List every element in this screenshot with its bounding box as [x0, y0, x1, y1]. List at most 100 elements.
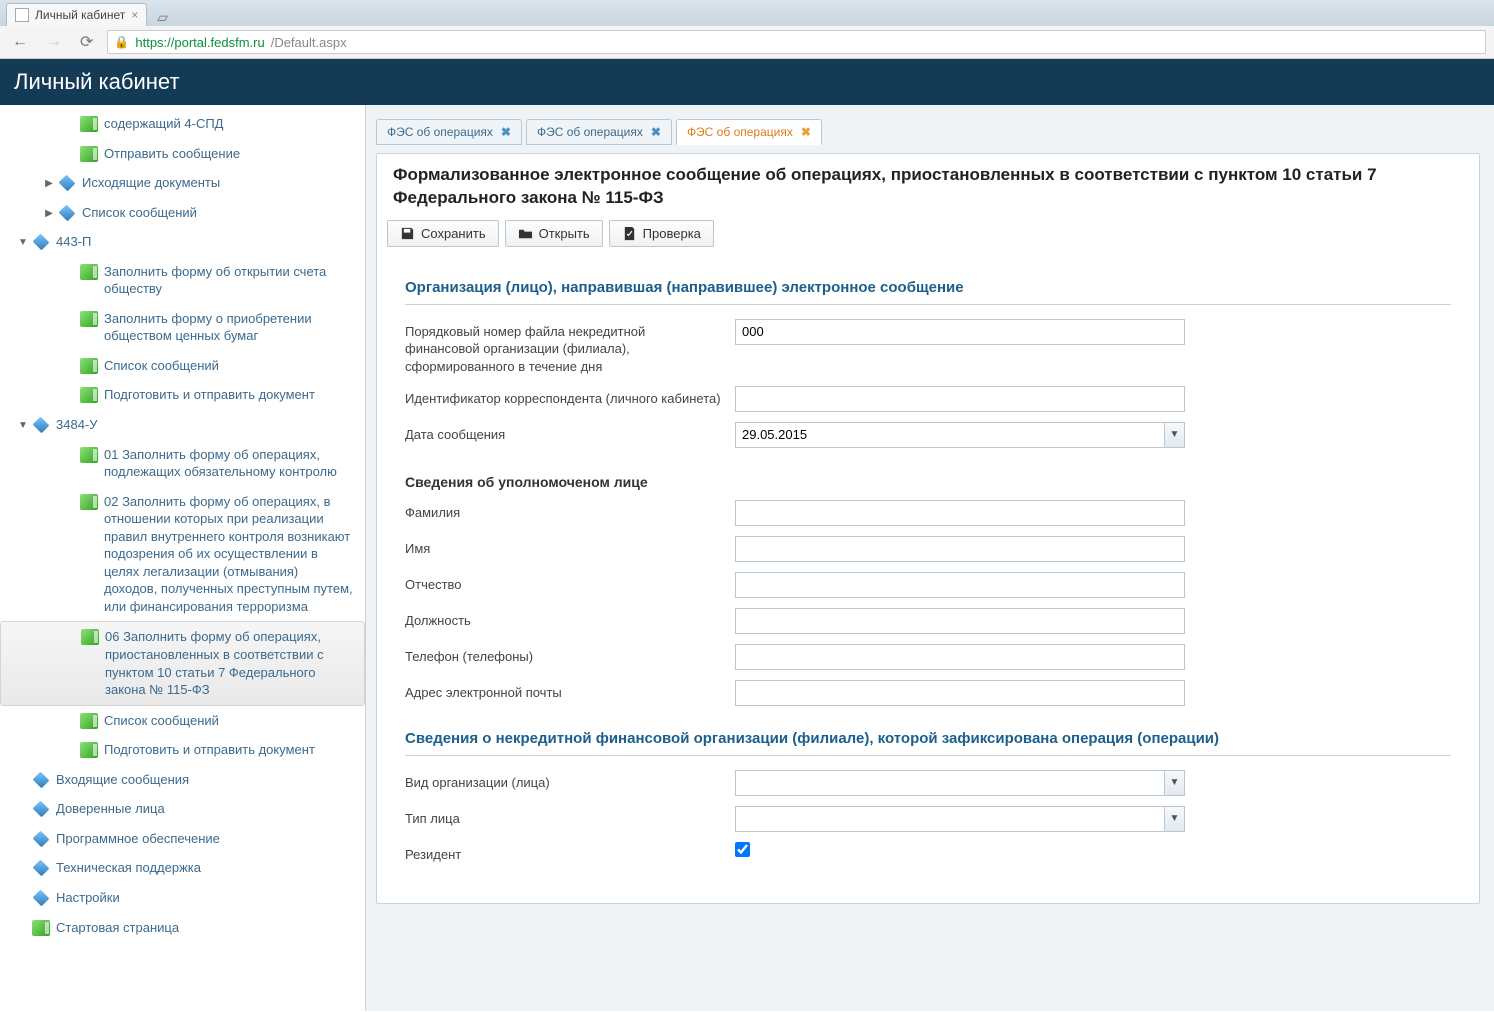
field-label: Дата сообщения — [405, 422, 735, 444]
sidebar-item[interactable]: ▼ 443-П — [0, 227, 365, 257]
tree-toggle-icon[interactable]: ▶ — [40, 204, 58, 221]
close-tab-icon[interactable]: ✖ — [801, 125, 811, 139]
document-tab[interactable]: ФЭС об операциях✖ — [376, 119, 522, 145]
new-tab-button[interactable]: ▱ — [153, 9, 172, 26]
diamond-icon — [33, 860, 50, 877]
sidebar-item[interactable]: ▶Входящие сообщения — [0, 765, 365, 795]
close-tab-icon[interactable]: × — [131, 8, 138, 22]
sidebar-item[interactable]: ▶Заполнить форму об открытии счета общес… — [0, 257, 365, 304]
field-control — [735, 386, 1185, 412]
sidebar-item[interactable]: ▼ 3484-У — [0, 410, 365, 440]
sidebar-item[interactable]: ▶Отправить сообщение — [0, 139, 365, 169]
diamond-icon — [33, 801, 50, 818]
book-icon — [80, 387, 98, 403]
chevron-down-icon[interactable]: ▼ — [1164, 422, 1185, 448]
sidebar-item-label: Список сообщений — [104, 357, 359, 375]
reload-button[interactable]: ⟳ — [76, 30, 97, 54]
form-row: Адрес электронной почты — [405, 680, 1451, 706]
sidebar-item-label: 3484-У — [56, 416, 359, 434]
sidebar-item[interactable]: ▶Настройки — [0, 883, 365, 913]
combo-input[interactable] — [735, 806, 1164, 832]
sidebar-item[interactable]: ▶01 Заполнить форму об операциях, подлеж… — [0, 440, 365, 487]
text-input[interactable] — [735, 608, 1185, 634]
field-label: Адрес электронной почты — [405, 680, 735, 702]
sidebar-item[interactable]: ▶Список сообщений — [0, 198, 365, 228]
book-icon — [80, 742, 98, 758]
main-layout: ▶содержащий 4-СПД▶Отправить сообщение▶Ис… — [0, 105, 1494, 1011]
save-button[interactable]: Сохранить — [387, 220, 499, 247]
sidebar-item[interactable]: ▶Список сообщений — [0, 706, 365, 736]
browser-tab[interactable]: Личный кабинет × — [6, 3, 147, 26]
text-input[interactable] — [735, 680, 1185, 706]
sidebar-item-label: Техническая поддержка — [56, 859, 359, 877]
sidebar[interactable]: ▶содержащий 4-СПД▶Отправить сообщение▶Ис… — [0, 105, 366, 1011]
combo-box[interactable]: ▼ — [735, 422, 1185, 448]
sidebar-item[interactable]: ▶Список сообщений — [0, 351, 365, 381]
sidebar-item-label: Заполнить форму о приобретении обществом… — [104, 310, 359, 345]
browser-tab-strip: Личный кабинет × ▱ — [0, 0, 1494, 26]
diamond-icon — [33, 771, 50, 788]
check-button[interactable]: Проверка — [609, 220, 714, 247]
book-icon — [32, 920, 50, 936]
section-title-org: Организация (лицо), направившая (направи… — [405, 265, 1451, 305]
book-icon — [80, 146, 98, 162]
sidebar-item[interactable]: ▶Техническая поддержка — [0, 853, 365, 883]
open-button[interactable]: Открыть — [505, 220, 603, 247]
field-label: Должность — [405, 608, 735, 630]
text-input[interactable] — [735, 644, 1185, 670]
subsection-title-person: Сведения об уполномоченом лице — [405, 458, 1451, 500]
sidebar-item-label: 443-П — [56, 233, 359, 251]
document-tab[interactable]: ФЭС об операциях✖ — [676, 119, 822, 145]
combo-input[interactable] — [735, 422, 1164, 448]
sidebar-item[interactable]: ▶Подготовить и отправить документ — [0, 380, 365, 410]
form-row: Резидент — [405, 842, 1451, 864]
book-icon — [80, 264, 98, 280]
combo-input[interactable] — [735, 770, 1164, 796]
forward-button[interactable]: → — [42, 31, 66, 53]
sidebar-item[interactable]: ▶06 Заполнить форму об операциях, приост… — [0, 621, 365, 705]
tree-toggle-icon[interactable]: ▼ — [14, 416, 32, 433]
sidebar-item[interactable]: ▶Доверенные лица — [0, 794, 365, 824]
back-button[interactable]: ← — [8, 31, 32, 53]
sidebar-item-label: Настройки — [56, 889, 359, 907]
sidebar-item[interactable]: ▶Программное обеспечение — [0, 824, 365, 854]
text-input[interactable] — [735, 536, 1185, 562]
field-control — [735, 572, 1185, 598]
book-icon — [80, 358, 98, 374]
text-input[interactable] — [735, 572, 1185, 598]
chevron-down-icon[interactable]: ▼ — [1164, 770, 1185, 796]
text-input[interactable] — [735, 319, 1185, 345]
combo-box[interactable]: ▼ — [735, 806, 1185, 832]
sidebar-item-label: содержащий 4-СПД — [104, 115, 359, 133]
document-tab[interactable]: ФЭС об операциях✖ — [526, 119, 672, 145]
close-tab-icon[interactable]: ✖ — [501, 125, 511, 139]
sidebar-item[interactable]: ▶содержащий 4-СПД — [0, 109, 365, 139]
sidebar-item[interactable]: ▶Заполнить форму о приобретении общество… — [0, 304, 365, 351]
sidebar-item-label: Заполнить форму об открытии счета общест… — [104, 263, 359, 298]
tree-toggle-icon[interactable]: ▶ — [40, 174, 58, 191]
app-title: Личный кабинет — [14, 69, 180, 94]
diamond-icon — [33, 830, 50, 847]
checkbox-input[interactable] — [735, 842, 750, 857]
sidebar-item-label: Отправить сообщение — [104, 145, 359, 163]
text-input[interactable] — [735, 500, 1185, 526]
document-tabs: ФЭС об операциях✖ФЭС об операциях✖ФЭС об… — [376, 119, 1480, 145]
field-control — [735, 319, 1185, 345]
content-area[interactable]: ФЭС об операциях✖ФЭС об операциях✖ФЭС об… — [366, 105, 1494, 1011]
sidebar-item[interactable]: ▶02 Заполнить форму об операциях, в отно… — [0, 487, 365, 622]
chevron-down-icon[interactable]: ▼ — [1164, 806, 1185, 832]
sidebar-item[interactable]: ▶Подготовить и отправить документ — [0, 735, 365, 765]
text-input[interactable] — [735, 386, 1185, 412]
sidebar-item[interactable]: ▶Исходящие документы — [0, 168, 365, 198]
tree-toggle-icon[interactable]: ▼ — [14, 233, 32, 250]
combo-box[interactable]: ▼ — [735, 770, 1185, 796]
close-tab-icon[interactable]: ✖ — [651, 125, 661, 139]
diamond-icon — [59, 204, 76, 221]
sidebar-item[interactable]: ▶Стартовая страница — [0, 913, 365, 943]
field-control — [735, 680, 1185, 706]
sidebar-item-label: Подготовить и отправить документ — [104, 741, 359, 759]
field-control — [735, 608, 1185, 634]
sidebar-item-label: Подготовить и отправить документ — [104, 386, 359, 404]
open-label: Открыть — [539, 226, 590, 241]
address-bar[interactable]: 🔒 https://portal.fedsfm.ru/Default.aspx — [107, 30, 1486, 54]
